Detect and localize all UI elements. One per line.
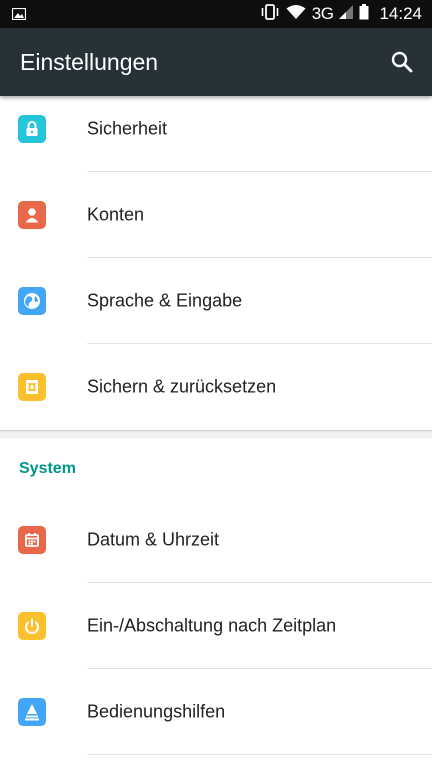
calendar-icon xyxy=(18,526,46,554)
status-bar: 3G 14:24 xyxy=(0,0,432,28)
search-icon[interactable] xyxy=(390,50,414,74)
settings-card-personal: Sicherheit Konten Sprache & Eingabe Sich… xyxy=(0,96,432,430)
setting-item-accessibility[interactable]: Bedienungshilfen xyxy=(0,669,432,755)
lock-icon xyxy=(18,115,46,143)
setting-item-backup[interactable]: Sichern & zurücksetzen xyxy=(0,344,432,430)
accessibility-icon xyxy=(18,698,46,726)
setting-label: Konten xyxy=(87,204,145,225)
setting-label: Sicherheit xyxy=(87,118,168,139)
power-icon xyxy=(18,612,46,640)
network-type: 3G xyxy=(311,4,334,23)
setting-label: Sichern & zurücksetzen xyxy=(87,376,277,397)
settings-card-system: System Datum & Uhrzeit Ein-/Abschaltung … xyxy=(0,438,432,768)
app-bar: Einstellungen xyxy=(0,28,432,96)
setting-label: Ein-/Abschaltung nach Zeitplan xyxy=(87,615,337,636)
image-icon xyxy=(11,7,27,21)
wifi-icon xyxy=(286,4,306,25)
setting-item-security[interactable]: Sicherheit xyxy=(0,86,432,172)
setting-label: Bedienungshilfen xyxy=(87,701,226,722)
clock: 14:24 xyxy=(379,4,422,23)
battery-icon xyxy=(359,3,369,25)
setting-label: Sprache & Eingabe xyxy=(87,290,243,311)
setting-item-accounts[interactable]: Konten xyxy=(0,172,432,258)
page-title: Einstellungen xyxy=(20,49,159,75)
divider xyxy=(87,754,432,755)
setting-item-language[interactable]: Sprache & Eingabe xyxy=(0,258,432,344)
section-header-system: System xyxy=(19,460,76,477)
setting-item-scheduled-power[interactable]: Ein-/Abschaltung nach Zeitplan xyxy=(0,583,432,669)
setting-label: Datum & Uhrzeit xyxy=(87,529,220,550)
setting-item-date-time[interactable]: Datum & Uhrzeit xyxy=(0,497,432,583)
signal-icon xyxy=(339,4,354,24)
status-icons: 3G 14:24 xyxy=(260,0,422,28)
backup-icon xyxy=(18,373,46,401)
vibrate-icon xyxy=(260,3,280,25)
globe-icon xyxy=(18,287,46,315)
account-icon xyxy=(18,201,46,229)
